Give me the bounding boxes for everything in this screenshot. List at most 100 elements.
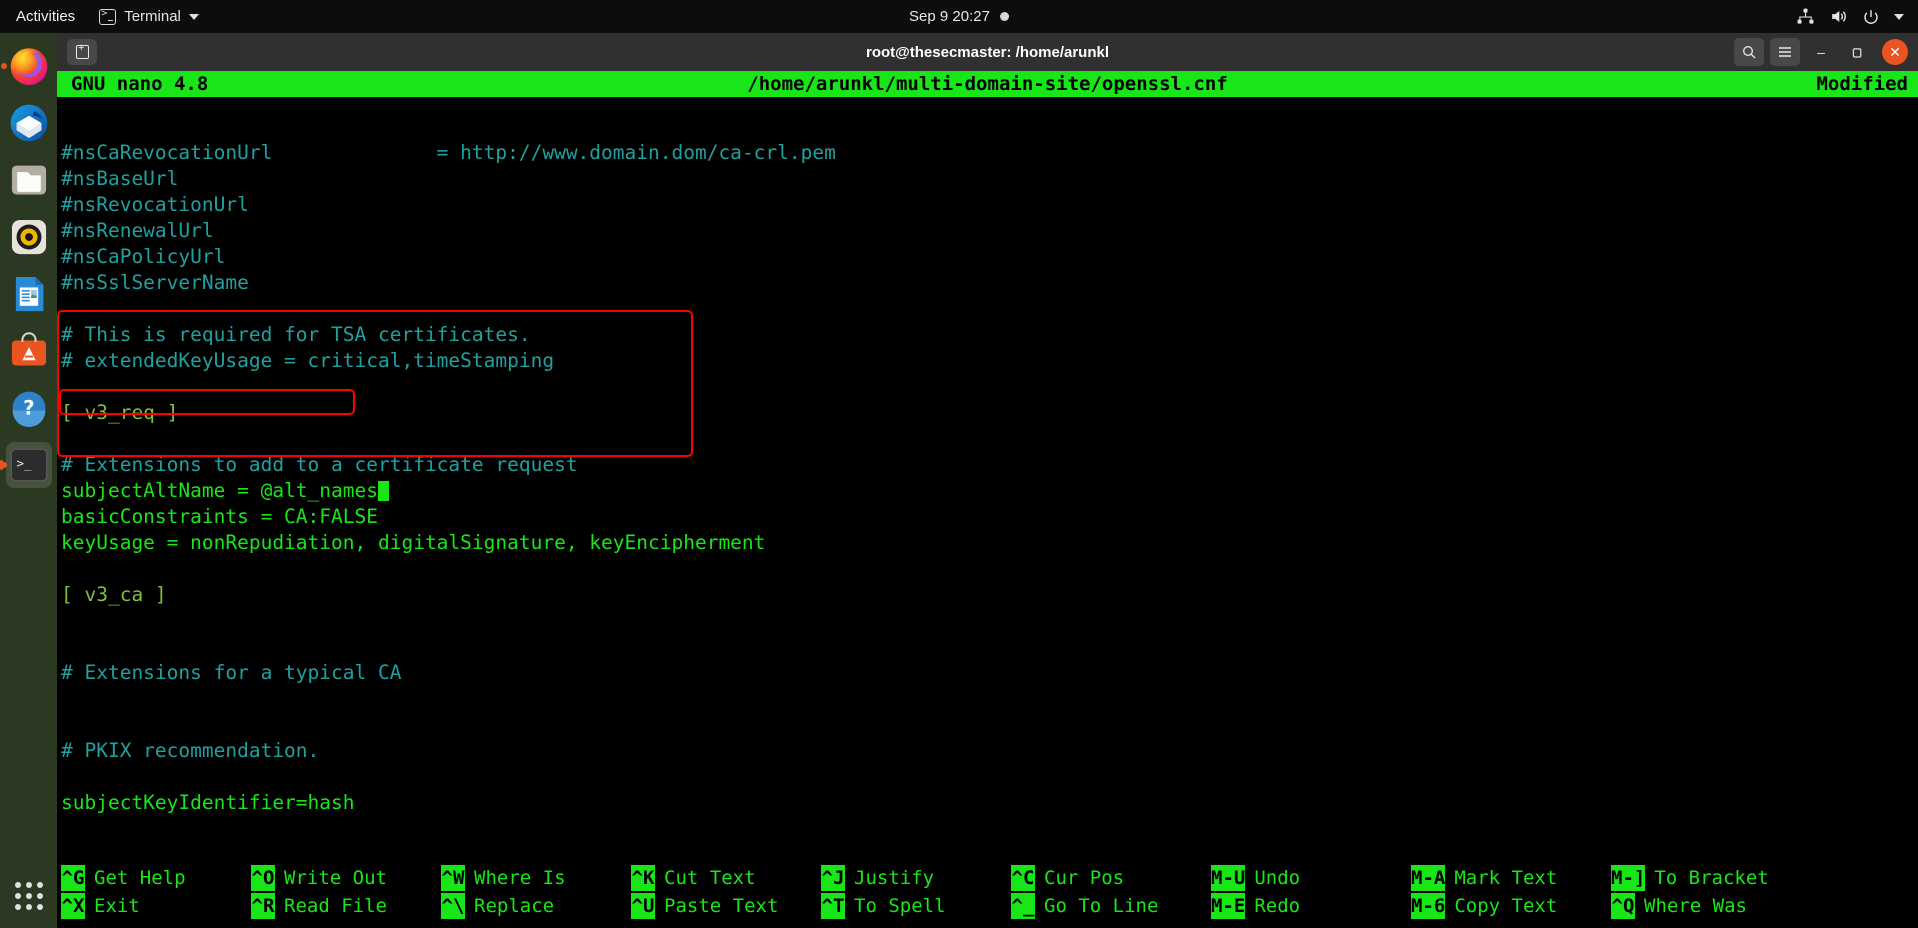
nano-shortcut-key: ^U — [631, 893, 655, 919]
nano-shortcut-key: ^T — [821, 893, 845, 919]
nano-shortcut[interactable]: ^X Exit — [61, 892, 251, 920]
terminal-icon — [99, 8, 117, 25]
editor-line: #nsCaPolicyUrl — [61, 244, 1918, 270]
nano-shortcut-label: Go To Line — [1044, 895, 1159, 917]
app-menu-label: Terminal — [124, 8, 181, 25]
dock-item-help[interactable]: ? — [6, 385, 52, 431]
dock-item-libreoffice-writer[interactable] — [6, 271, 52, 317]
help-icon: ? — [12, 391, 45, 428]
network-icon — [1796, 7, 1815, 26]
editor-line-text: [ v3_ca ] — [61, 583, 167, 606]
editor-line-text: [ v3_req ] — [61, 401, 179, 424]
nano-shortcut-bar: ^G Get Help ^O Write Out ^W Where Is ^K Cut Tex… — [57, 864, 1918, 928]
nano-shortcut-key: ^R — [251, 893, 275, 919]
grid-dot-icon — [36, 893, 43, 899]
nano-shortcut[interactable]: ^T To Spell — [821, 892, 1011, 920]
new-tab-button[interactable] — [67, 39, 97, 65]
nano-shortcut[interactable]: M-] To Bracket — [1611, 864, 1811, 892]
nano-shortcut[interactable]: ^U Paste Text — [631, 892, 821, 920]
dock-item-firefox[interactable] — [0, 43, 52, 89]
nano-shortcut-label: Cut Text — [664, 867, 756, 889]
nano-shortcut-label: Undo — [1254, 867, 1301, 889]
nano-shortcut-label: Copy Text — [1454, 895, 1558, 917]
nano-shortcut[interactable]: ^_ Go To Line — [1011, 892, 1211, 920]
firefox-icon — [10, 48, 47, 86]
nano-shortcut-key: M-E — [1211, 893, 1246, 919]
nano-shortcut[interactable]: ^O Write Out — [251, 864, 441, 892]
search-button[interactable] — [1734, 38, 1764, 66]
dock-item-thunderbird[interactable] — [6, 100, 52, 146]
new-tab-icon — [75, 42, 89, 59]
nano-shortcut[interactable]: ^W Where Is — [441, 864, 631, 892]
window-title: root@thesecmaster: /home/arunkl — [865, 43, 1110, 61]
hamburger-menu-icon — [1779, 47, 1791, 57]
libreoffice-writer-icon — [15, 276, 43, 312]
dock-item-ubuntu-software[interactable] — [6, 328, 52, 374]
editor-line: # Extensions for a typical CA — [61, 660, 1918, 686]
clock-area[interactable]: Sep 9 20:27 — [909, 8, 1009, 25]
nano-shortcut-key: ^G — [61, 865, 85, 891]
nano-shortcut-label: Justify — [854, 867, 935, 889]
nano-version: GNU nano 4.8 — [71, 73, 209, 95]
editor-line: keyUsage = nonRepudiation, digitalSignat… — [61, 530, 1918, 556]
system-status-area[interactable] — [1796, 7, 1904, 26]
nano-shortcut-key: ^J — [821, 865, 845, 891]
app-menu-terminal[interactable]: Terminal — [89, 8, 209, 25]
grid-dot-icon — [14, 904, 21, 910]
dock-item-files[interactable] — [6, 157, 52, 203]
grid-dot-icon — [14, 882, 21, 888]
nano-shortcut-key: ^C — [1011, 865, 1035, 891]
nano-shortcut-key: ^\ — [441, 893, 465, 919]
activities-button[interactable]: Activities — [0, 8, 89, 25]
editor-line: # Extensions to add to a certificate req… — [61, 452, 1918, 478]
nano-shortcut-key: ^Q — [1611, 893, 1635, 919]
nano-shortcut[interactable]: M-E Redo — [1211, 892, 1411, 920]
nano-shortcut-key: M-] — [1611, 865, 1646, 891]
minimize-button[interactable]: – — [1806, 37, 1836, 67]
maximize-button[interactable] — [1842, 37, 1872, 67]
nano-shortcut[interactable]: ^K Cut Text — [631, 864, 821, 892]
editor-line-text: subjectKeyIdentifier=hash — [61, 791, 355, 814]
running-indicator-icon — [0, 462, 7, 468]
chevron-down-icon[interactable] — [1894, 13, 1904, 20]
nano-shortcut[interactable]: ^\ Replace — [441, 892, 631, 920]
terminal-content[interactable]: GNU nano 4.8 /home/arunkl/multi-domain-s… — [57, 71, 1918, 928]
grid-dot-icon — [36, 882, 43, 888]
nano-shortcut[interactable]: ^Q Where Was — [1611, 892, 1811, 920]
editor-line-text: #nsRenewalUrl — [61, 219, 214, 242]
nano-editor-text[interactable]: #nsCaRevocationUrl = http://www.domain.d… — [57, 97, 1918, 837]
nano-shortcut[interactable]: ^R Read File — [251, 892, 441, 920]
editor-line-text: basicConstraints = CA:FALSE — [61, 505, 378, 528]
show-applications-button[interactable] — [14, 882, 43, 910]
svg-text:>_: >_ — [16, 456, 31, 471]
nano-shortcut-label: To Bracket — [1654, 867, 1769, 889]
nano-shortcut-key: ^K — [631, 865, 655, 891]
dock-item-rhythmbox[interactable] — [6, 214, 52, 260]
editor-line-text: #nsSslServerName — [61, 271, 249, 294]
nano-shortcut[interactable]: ^G Get Help — [61, 864, 251, 892]
nano-shortcut[interactable]: M-6 Copy Text — [1411, 892, 1611, 920]
nano-shortcut[interactable]: M-U Undo — [1211, 864, 1411, 892]
menu-button[interactable] — [1770, 38, 1800, 66]
nano-shortcut-label: Read File — [284, 895, 387, 917]
power-icon — [1862, 8, 1880, 26]
nano-shortcut[interactable]: ^C Cur Pos — [1011, 864, 1211, 892]
dock-item-terminal[interactable]: >_ — [0, 442, 52, 488]
gnome-top-bar: Activities Terminal Sep 9 20:27 — [0, 0, 1918, 33]
editor-line: #nsRevocationUrl — [61, 192, 1918, 218]
editor-line-text: # Extensions for a typical CA — [61, 661, 402, 684]
svg-text:?: ? — [23, 397, 34, 420]
nano-shortcut[interactable]: M-A Mark Text — [1411, 864, 1611, 892]
terminal-icon: >_ — [10, 448, 47, 482]
editor-line: [ v3_req ] — [61, 400, 1918, 426]
editor-line-text: #nsCaPolicyUrl — [61, 245, 226, 268]
editor-line-text: # This is required for TSA certificates. — [61, 323, 531, 346]
nano-shortcut-row-2: ^X Exit ^R Read File ^\ Replace ^U Paste Text ^T… — [61, 892, 1918, 920]
nano-shortcut[interactable]: ^J Justify — [821, 864, 1011, 892]
nano-shortcut-label: Paste Text — [664, 895, 779, 917]
close-button[interactable]: ✕ — [1882, 39, 1908, 65]
